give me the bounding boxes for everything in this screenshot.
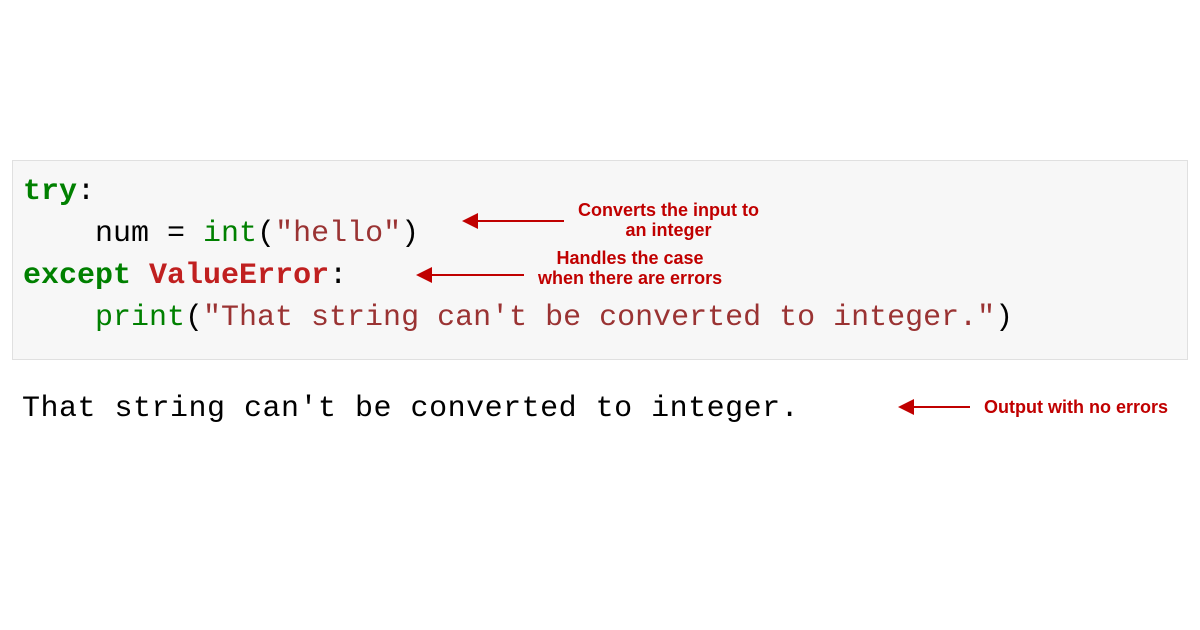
keyword-try: try	[23, 175, 77, 209]
equals: =	[167, 217, 203, 251]
variable-num: num	[95, 217, 167, 251]
builtin-int: int	[203, 217, 257, 251]
output-text: That string can't be converted to intege…	[22, 392, 799, 426]
colon: :	[329, 259, 347, 293]
arrow-icon	[418, 274, 524, 276]
exception-valueerror: ValueError	[149, 259, 329, 293]
space	[131, 259, 149, 293]
builtin-print: print	[95, 301, 185, 335]
annotation-line: an integer	[578, 220, 759, 240]
string-hello: "hello"	[275, 217, 401, 251]
annotation-convert: Converts the input to an integer	[578, 200, 759, 240]
paren-close: )	[401, 217, 419, 251]
colon: :	[77, 175, 95, 209]
code-line-4: print("That string can't be converted to…	[23, 297, 1177, 339]
paren-open: (	[185, 301, 203, 335]
keyword-except: except	[23, 259, 131, 293]
string-literal: "That string can't be converted to integ…	[203, 301, 995, 335]
annotation-line: when there are errors	[538, 268, 722, 288]
paren-open: (	[257, 217, 275, 251]
arrow-icon	[464, 220, 564, 222]
annotation-line: Converts the input to	[578, 200, 759, 220]
arrow-icon	[900, 406, 970, 408]
annotation-output: Output with no errors	[984, 397, 1168, 417]
paren-close: )	[995, 301, 1013, 335]
annotation-line: Handles the case	[538, 248, 722, 268]
annotation-handles: Handles the case when there are errors	[538, 248, 722, 288]
